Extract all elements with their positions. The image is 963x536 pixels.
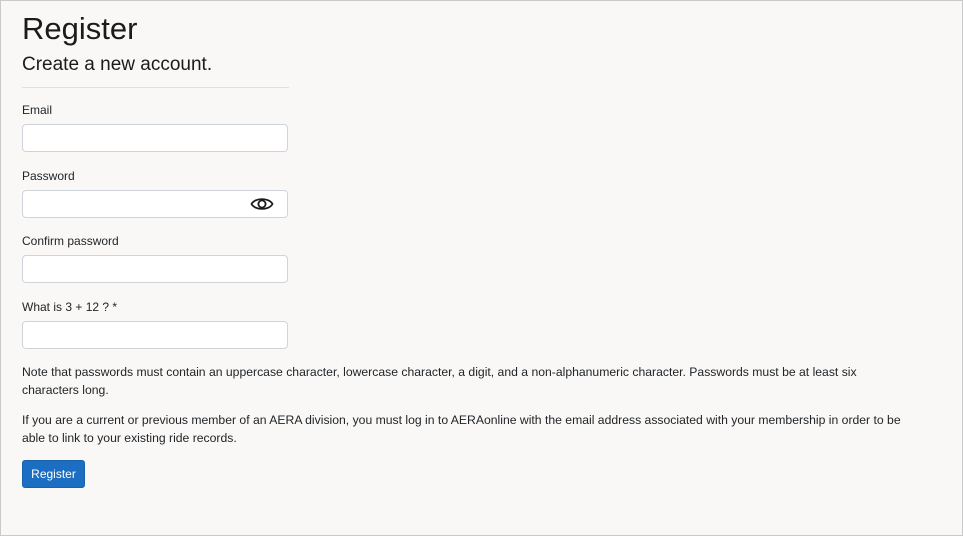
register-button[interactable]: Register bbox=[22, 460, 85, 488]
email-label: Email bbox=[22, 103, 53, 117]
password-label: Password bbox=[22, 169, 75, 183]
page-subtitle: Create a new account. bbox=[22, 54, 213, 75]
captcha-field[interactable] bbox=[23, 322, 287, 348]
password-field[interactable] bbox=[23, 191, 287, 217]
captcha-label: What is 3 + 12 ? * bbox=[22, 300, 118, 314]
captcha-field-wrapper bbox=[22, 321, 288, 349]
header-divider bbox=[22, 87, 289, 88]
eye-icon[interactable] bbox=[250, 194, 274, 214]
confirm-password-label: Confirm password bbox=[22, 234, 119, 248]
aera-member-note: If you are a current or previous member … bbox=[22, 413, 901, 445]
page-frame: Register Create a new account. Email Pas… bbox=[0, 0, 963, 536]
password-field-wrapper bbox=[22, 190, 288, 218]
password-rules-note: Note that passwords must contain an uppe… bbox=[22, 365, 857, 397]
confirm-password-field-wrapper bbox=[22, 255, 288, 283]
confirm-password-field[interactable] bbox=[23, 256, 287, 282]
email-field-wrapper bbox=[22, 124, 288, 152]
page-title: Register bbox=[22, 11, 138, 46]
email-field[interactable] bbox=[23, 125, 287, 151]
